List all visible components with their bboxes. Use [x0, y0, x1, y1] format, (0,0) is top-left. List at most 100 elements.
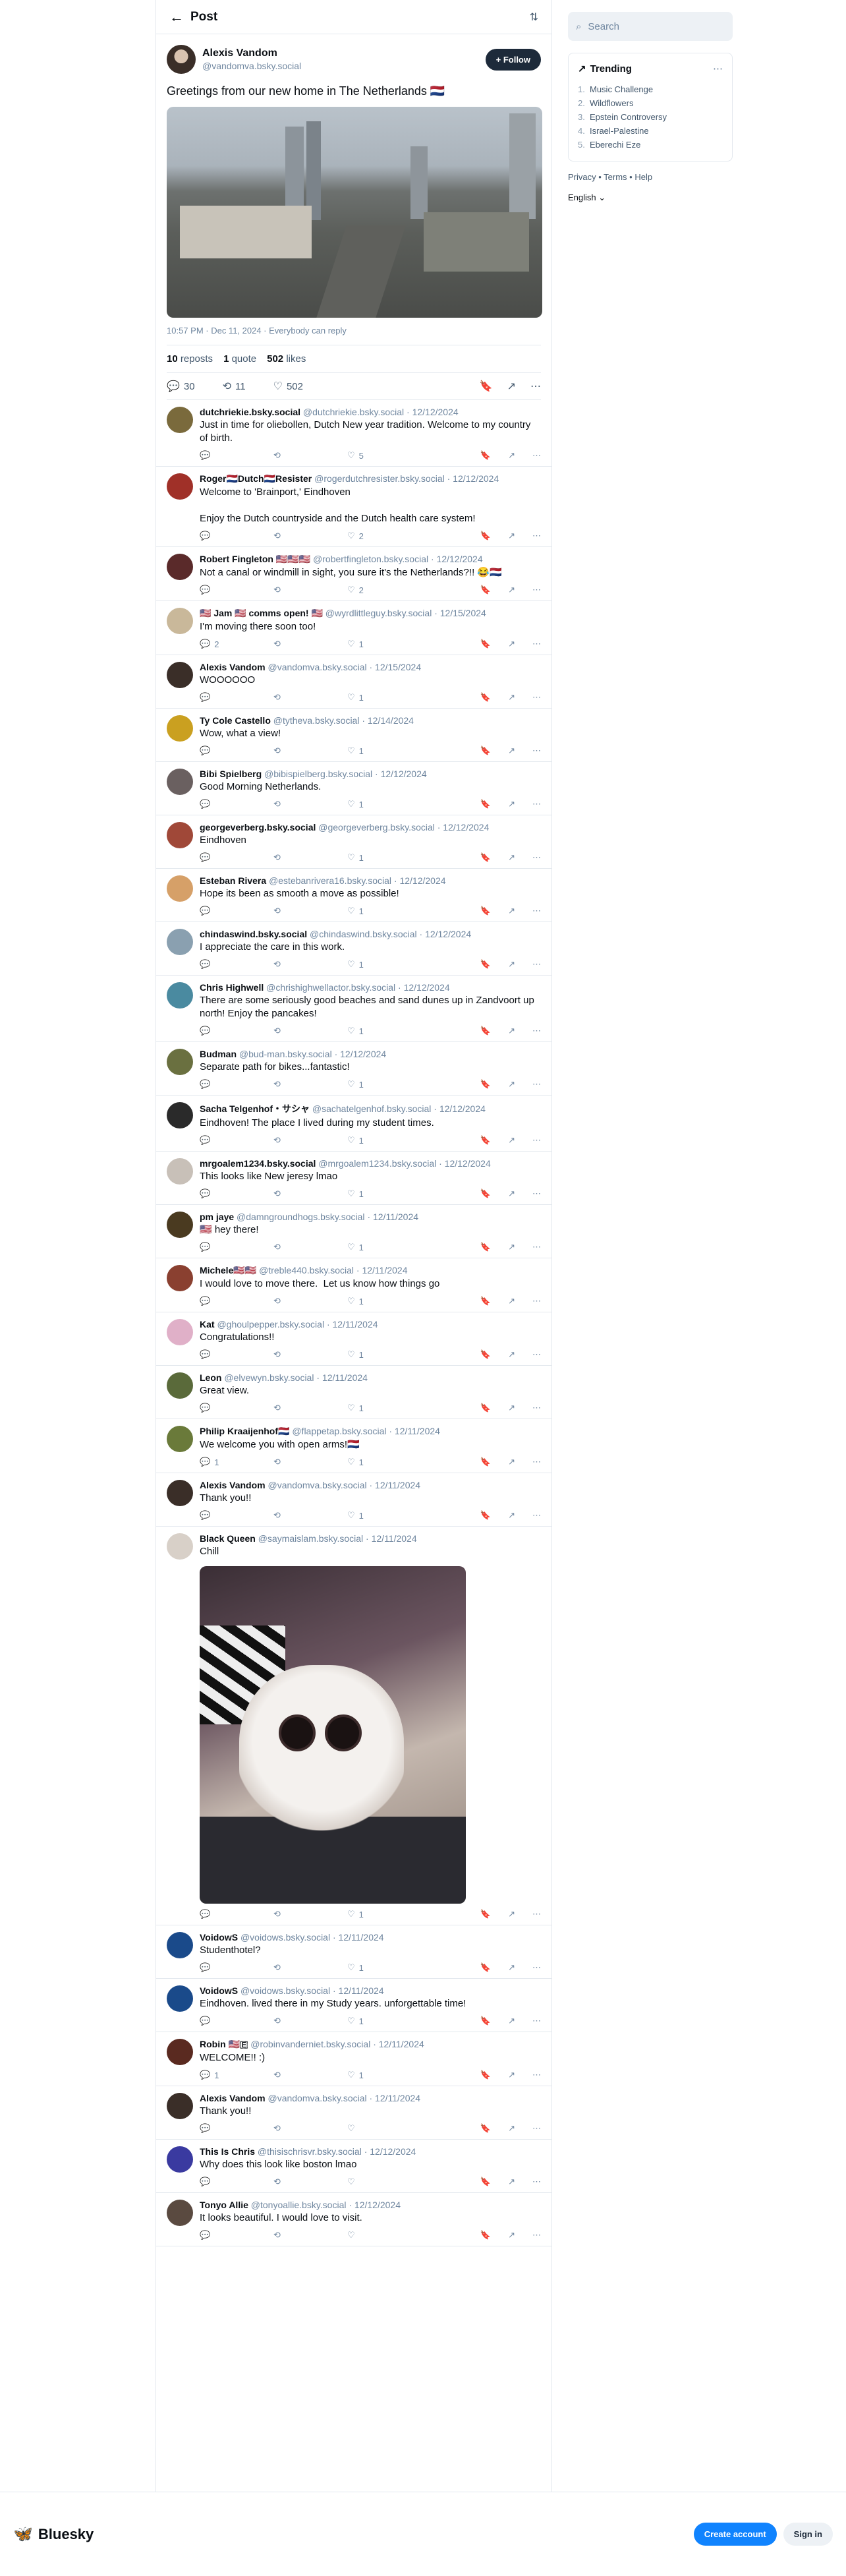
follow-button[interactable]: + Follow	[485, 48, 541, 71]
reply-item[interactable]: georgeverberg.bsky.social @georgeverberg…	[156, 815, 551, 869]
like-button[interactable]: ♡ 1	[347, 1909, 421, 1919]
reposts-stat[interactable]: 10 reposts	[167, 353, 213, 365]
trending-item[interactable]: 2. Wildflowers	[578, 96, 723, 110]
share-icon[interactable]: ↗	[508, 746, 515, 756]
trending-item[interactable]: 5. Eberechi Eze	[578, 138, 723, 152]
bookmark-icon[interactable]: 🔖	[480, 1349, 491, 1360]
more-options-icon[interactable]: ⋯	[532, 1457, 541, 1467]
avatar[interactable]	[167, 1985, 193, 2012]
like-button[interactable]: ♡ 1	[347, 2016, 421, 2026]
quotes-stat[interactable]: 1 quote	[223, 353, 256, 365]
share-icon[interactable]: ↗	[508, 852, 515, 863]
repost-button[interactable]: ⟲	[273, 906, 347, 916]
more-options-icon[interactable]: ⋯	[532, 799, 541, 809]
reply-item[interactable]: This Is Chris @thisischrisvr.bsky.social…	[156, 2140, 551, 2193]
author-handle[interactable]: @vandomva.bsky.social	[202, 61, 486, 71]
repost-button[interactable]: ⟲ 11	[223, 380, 246, 393]
avatar[interactable]	[167, 2093, 193, 2119]
more-options-icon[interactable]: ⋯	[532, 1962, 541, 1973]
more-options-icon[interactable]: ⋯	[532, 906, 541, 916]
reply-handle[interactable]: @tonyoallie.bsky.social	[251, 2200, 347, 2210]
post-image[interactable]	[167, 107, 542, 318]
reply-item[interactable]: Roger🇳🇱Dutch🇳🇱Resister @rogerdutchresist…	[156, 467, 551, 547]
like-button[interactable]: ♡ 1	[347, 852, 421, 863]
share-icon[interactable]: ↗	[508, 1026, 515, 1036]
share-icon[interactable]: ↗	[508, 1403, 515, 1413]
reply-author[interactable]: Alexis Vandom	[200, 2093, 266, 2103]
reply-author[interactable]: Sacha Telgenhof・サシャ	[200, 1103, 310, 1114]
more-options-icon[interactable]: ⋯	[532, 1188, 541, 1199]
share-icon[interactable]: ↗	[508, 959, 515, 970]
avatar[interactable]	[167, 473, 193, 500]
bookmark-icon[interactable]: 🔖	[480, 906, 491, 916]
reply-author[interactable]: Bibi Spielberg	[200, 769, 262, 779]
like-button[interactable]: ♡ 1	[347, 1026, 421, 1036]
more-options-icon[interactable]: ⋯	[532, 1296, 541, 1306]
reply-author[interactable]: Black Queen	[200, 1533, 256, 1544]
like-button[interactable]: ♡ 1	[347, 1349, 421, 1360]
like-button[interactable]: ♡ 1	[347, 1457, 421, 1467]
avatar[interactable]	[167, 1426, 193, 1452]
reply-handle[interactable]: @treble440.bsky.social	[259, 1265, 354, 1275]
reply-handle[interactable]: @robertfingleton.bsky.social	[313, 554, 428, 564]
reply-button[interactable]: 💬	[200, 1510, 273, 1521]
share-icon[interactable]: ↗	[508, 1510, 515, 1521]
reply-button[interactable]: 💬	[200, 799, 273, 809]
repost-button[interactable]: ⟲	[273, 1135, 347, 1146]
repost-button[interactable]: ⟲	[273, 959, 347, 970]
reply-handle[interactable]: @rogerdutchresister.bsky.social	[314, 473, 445, 484]
share-icon[interactable]: ↗	[508, 1242, 515, 1252]
reply-handle[interactable]: @saymaislam.bsky.social	[258, 1533, 363, 1544]
repost-button[interactable]: ⟲	[273, 1079, 347, 1090]
reply-author[interactable]: chindaswind.bsky.social	[200, 929, 307, 939]
reply-author[interactable]: Robert Fingleton 🇺🇸🇺🇸🇺🇸	[200, 554, 310, 564]
reply-item[interactable]: Alexis Vandom @vandomva.bsky.social · 12…	[156, 2086, 551, 2140]
reply-button[interactable]: 💬	[200, 1242, 273, 1252]
like-button[interactable]: ♡ 1	[347, 1242, 421, 1252]
reply-handle[interactable]: @damngroundhogs.bsky.social	[237, 1212, 365, 1222]
like-button[interactable]: ♡ 1	[347, 1135, 421, 1146]
reply-handle[interactable]: @dutchriekie.bsky.social	[303, 407, 404, 417]
reply-handle[interactable]: @thisischrisvr.bsky.social	[258, 2146, 362, 2157]
bookmark-icon[interactable]: 🔖	[480, 1403, 491, 1413]
repost-button[interactable]: ⟲	[273, 1962, 347, 1973]
share-icon[interactable]: ↗	[508, 1349, 515, 1360]
reply-item[interactable]: Alexis Vandom @vandomva.bsky.social · 12…	[156, 1473, 551, 1527]
share-icon[interactable]: ↗	[508, 639, 515, 649]
share-icon[interactable]: ↗	[508, 2123, 515, 2134]
reply-handle[interactable]: @elvewyn.bsky.social	[224, 1372, 314, 1383]
repost-button[interactable]: ⟲	[273, 1510, 347, 1521]
footer-links[interactable]: Privacy • Terms • Help	[568, 172, 733, 182]
reply-item[interactable]: Philip Kraaijenhof🇳🇱 @flappetap.bsky.soc…	[156, 1419, 551, 1473]
repost-button[interactable]: ⟲	[273, 1349, 347, 1360]
bookmark-icon[interactable]: 🔖	[480, 2177, 491, 2187]
avatar[interactable]	[167, 822, 193, 848]
share-icon[interactable]: ↗	[508, 1909, 515, 1919]
reply-handle[interactable]: @sachatelgenhof.bsky.social	[312, 1103, 432, 1114]
reply-handle[interactable]: @vandomva.bsky.social	[268, 1480, 366, 1490]
reply-handle[interactable]: @bibispielberg.bsky.social	[264, 769, 372, 779]
repost-button[interactable]: ⟲	[273, 746, 347, 756]
share-icon[interactable]: ↗	[508, 2070, 515, 2080]
more-options-icon[interactable]: ⋯	[532, 1242, 541, 1252]
reply-button[interactable]: 💬	[200, 531, 273, 541]
like-button[interactable]: ♡ 1	[347, 959, 421, 970]
avatar[interactable]	[167, 982, 193, 1009]
reply-item[interactable]: Black Queen @saymaislam.bsky.social · 12…	[156, 1527, 551, 1925]
reply-image[interactable]	[200, 1566, 466, 1904]
repost-button[interactable]: ⟲	[273, 852, 347, 863]
repost-button[interactable]: ⟲	[273, 1457, 347, 1467]
reply-item[interactable]: VoidowS @voidows.bsky.social · 12/11/202…	[156, 1925, 551, 1979]
reply-item[interactable]: Kat @ghoulpepper.bsky.social · 12/11/202…	[156, 1312, 551, 1366]
like-button[interactable]: ♡	[347, 2177, 421, 2187]
avatar[interactable]	[167, 2200, 193, 2226]
avatar[interactable]	[167, 1480, 193, 1506]
like-button[interactable]: ♡ 1	[347, 692, 421, 703]
more-options-icon[interactable]: ⋯	[532, 692, 541, 703]
reply-button[interactable]: 💬	[200, 1349, 273, 1360]
like-button[interactable]: ♡ 1	[347, 2070, 421, 2080]
reply-button[interactable]: 💬	[200, 906, 273, 916]
bookmark-icon[interactable]: 🔖	[480, 799, 491, 809]
bookmark-icon[interactable]: 🔖	[480, 959, 491, 970]
repost-button[interactable]: ⟲	[273, 2070, 347, 2080]
